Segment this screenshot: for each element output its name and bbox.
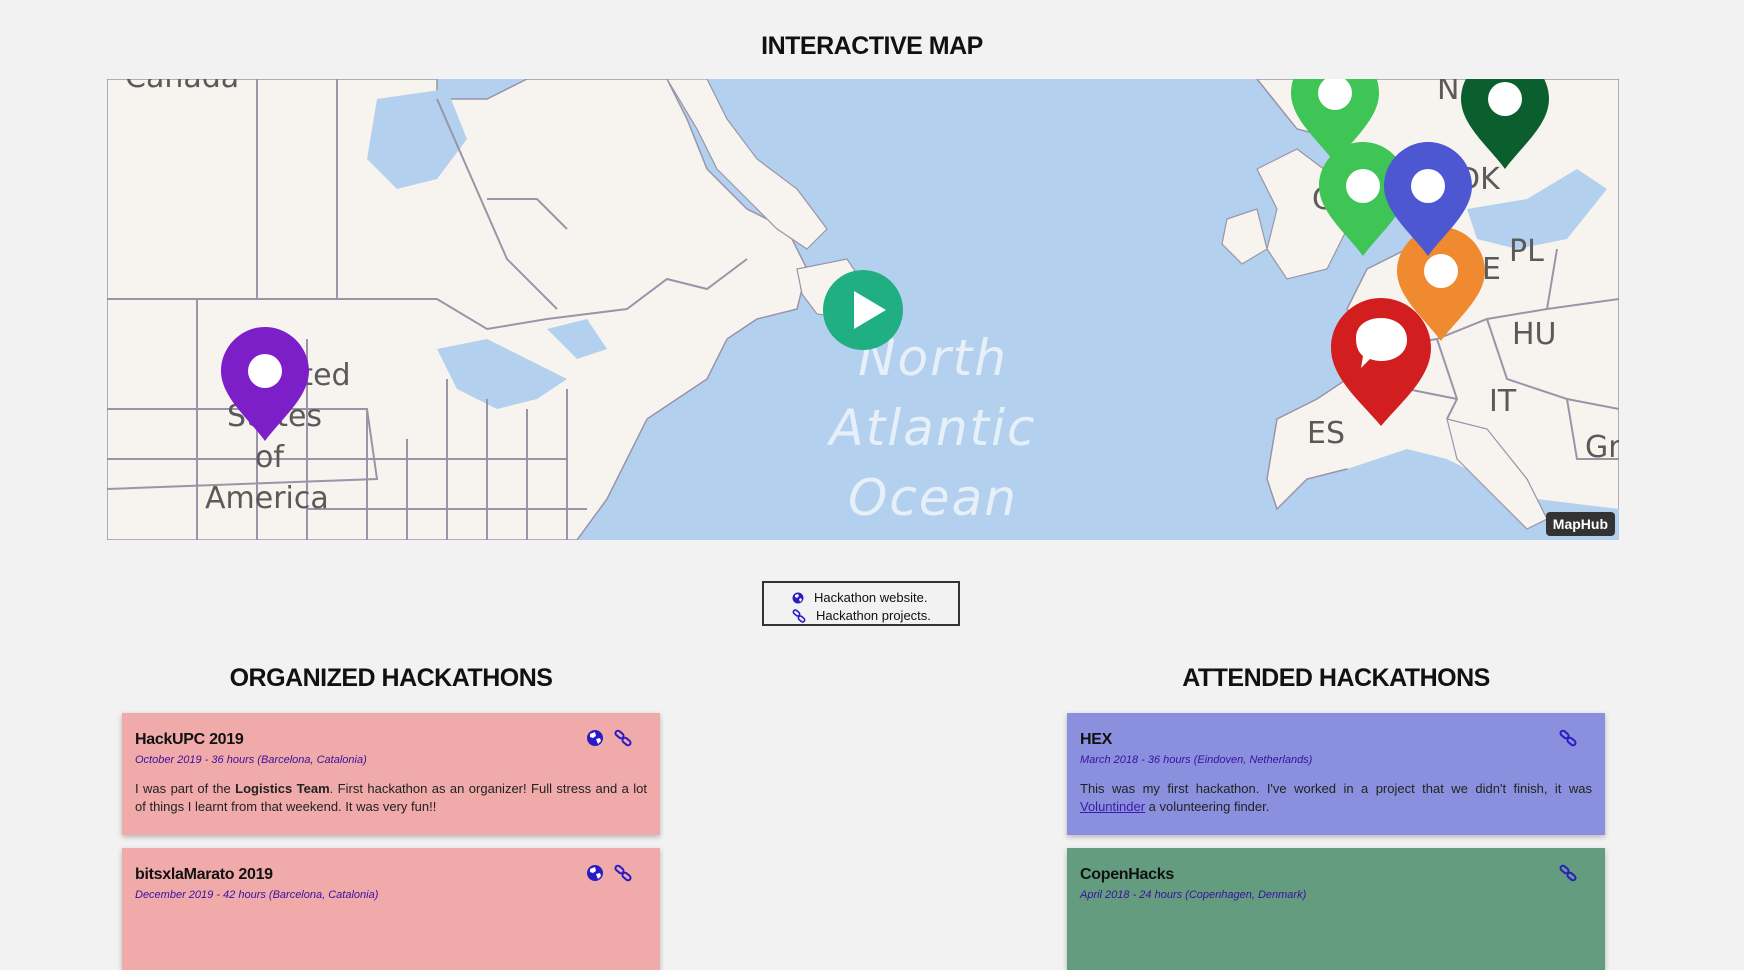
- attended-card-copenhacks: CopenHacks April 2018 - 24 hours (Copenh…: [1067, 848, 1605, 970]
- play-button[interactable]: [823, 270, 903, 350]
- ireland-land: [1221, 208, 1268, 265]
- globe-icon: [792, 592, 804, 604]
- card-meta: March 2018 - 36 hours (Eindoven, Netherl…: [1080, 754, 1313, 766]
- voluntinder-link[interactable]: Voluntinder: [1080, 799, 1145, 814]
- organized-card-hackupc: HackUPC 2019 October 2019 - 36 hours (Ba…: [122, 713, 660, 835]
- card-title: bitsxlaMarato 2019: [135, 866, 273, 883]
- label-usa-4: America: [205, 481, 329, 516]
- label-es: ES: [1307, 416, 1345, 451]
- map-title: INTERACTIVE MAP: [761, 32, 983, 60]
- link-icon: [792, 609, 806, 623]
- card-meta: December 2019 - 42 hours (Barcelona, Cat…: [135, 889, 379, 901]
- projects-link-icon[interactable]: [614, 729, 632, 747]
- card-description: This was my first hackathon. I've worked…: [1080, 781, 1592, 814]
- attended-card-hex: HEX March 2018 - 36 hours (Eindoven, Net…: [1067, 713, 1605, 835]
- website-globe-icon[interactable]: [586, 729, 604, 747]
- card-meta: April 2018 - 24 hours (Copenhagen, Denma…: [1080, 889, 1307, 901]
- projects-link-icon[interactable]: [1559, 864, 1577, 882]
- card-description: I was part of the Logistics Team. First …: [135, 781, 647, 814]
- label-canada: Canada: [125, 79, 239, 95]
- attended-title: ATTENDED HACKATHONS: [1182, 664, 1490, 692]
- legend-website-label: Hackathon website.: [814, 590, 928, 605]
- legend-projects-label: Hackathon projects.: [816, 608, 931, 623]
- label-usa-3: of: [255, 440, 285, 475]
- interactive-map[interactable]: Canada United States of America North At…: [107, 79, 1619, 540]
- label-ocean-2: Atlantic: [826, 399, 1036, 457]
- label-n: N: [1437, 79, 1459, 107]
- projects-link-icon[interactable]: [614, 864, 632, 882]
- card-meta: October 2019 - 36 hours (Barcelona, Cata…: [135, 754, 367, 766]
- projects-link-icon[interactable]: [1559, 729, 1577, 747]
- card-title: HackUPC 2019: [135, 731, 244, 748]
- label-hu: HU: [1512, 317, 1557, 352]
- organized-card-bitsxlamarato: bitsxlaMarato 2019 December 2019 - 42 ho…: [122, 848, 660, 970]
- label-it: IT: [1489, 384, 1517, 419]
- label-pl: PL: [1509, 234, 1544, 269]
- label-ocean-3: Ocean: [848, 469, 1018, 527]
- label-gr: Gr: [1585, 430, 1619, 465]
- card-title: HEX: [1080, 731, 1112, 748]
- maphub-attribution[interactable]: MapHub: [1545, 512, 1615, 536]
- card-title: CopenHacks: [1080, 866, 1174, 883]
- map-legend: Hackathon website. Hackathon projects.: [762, 581, 960, 626]
- website-globe-icon[interactable]: [586, 864, 604, 882]
- organized-title: ORGANIZED HACKATHONS: [229, 664, 553, 692]
